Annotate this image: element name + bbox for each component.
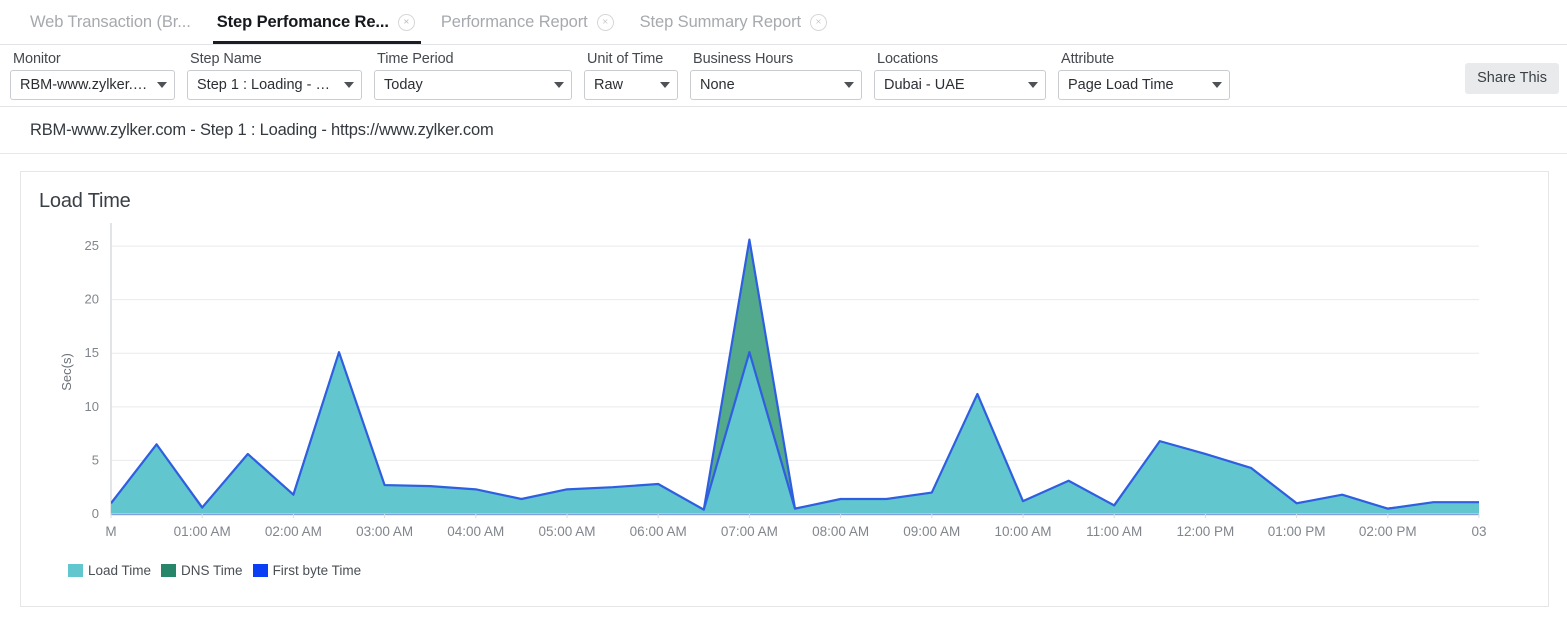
chevron-down-icon: [660, 82, 670, 88]
svg-text:01:00 AM: 01:00 AM: [174, 524, 231, 539]
step-name-select[interactable]: Step 1 : Loading - ht...: [187, 70, 362, 100]
unit-of-time-select-value: Raw: [594, 77, 623, 93]
chevron-down-icon: [1212, 82, 1222, 88]
business-hours-select[interactable]: None: [690, 70, 862, 100]
attribute-select[interactable]: Page Load Time: [1058, 70, 1230, 100]
load-time-chart-card: Load Time 0 5 10 15 20 25 Sec(s) M 01:00 AM 02:00…: [20, 171, 1549, 607]
report-subtitle: RBM-www.zylker.com - Step 1 : Loading - …: [30, 121, 1543, 140]
chevron-down-icon: [844, 82, 854, 88]
svg-text:20: 20: [85, 292, 99, 307]
monitor-select-value: RBM-www.zylker.c...: [20, 77, 151, 93]
chevron-down-icon: [554, 82, 564, 88]
legend-swatch-dns-time: [161, 564, 176, 577]
tab-label: Web Transaction (Br...: [30, 13, 191, 32]
filter-unit-of-time: Unit of Time Raw: [584, 51, 678, 100]
filter-locations: Locations Dubai - UAE: [874, 51, 1046, 100]
tab-web-transaction[interactable]: Web Transaction (Br...: [18, 0, 205, 44]
svg-text:5: 5: [92, 452, 99, 467]
legend-item-load-time[interactable]: Load Time: [68, 563, 151, 578]
chevron-down-icon: [1028, 82, 1038, 88]
svg-text:09:00 AM: 09:00 AM: [903, 524, 960, 539]
locations-select[interactable]: Dubai - UAE: [874, 70, 1046, 100]
monitor-select[interactable]: RBM-www.zylker.c...: [10, 70, 175, 100]
svg-text:05:00 AM: 05:00 AM: [538, 524, 595, 539]
svg-text:04:00 AM: 04:00 AM: [447, 524, 504, 539]
svg-text:M: M: [105, 524, 116, 539]
svg-text:01:00 PM: 01:00 PM: [1268, 524, 1326, 539]
tab-bar: Web Transaction (Br... Step Perfomance R…: [0, 0, 1567, 45]
close-icon[interactable]: ×: [810, 14, 827, 31]
close-icon[interactable]: ×: [597, 14, 614, 31]
svg-text:02:00 PM: 02:00 PM: [1359, 524, 1417, 539]
filter-time-period: Time Period Today: [374, 51, 572, 100]
tab-label: Performance Report: [441, 13, 588, 32]
unit-of-time-select[interactable]: Raw: [584, 70, 678, 100]
chevron-down-icon: [157, 82, 167, 88]
svg-text:07:00 AM: 07:00 AM: [721, 524, 778, 539]
filter-bar: Monitor RBM-www.zylker.c... Step Name St…: [0, 45, 1567, 107]
svg-text:15: 15: [85, 345, 99, 360]
step-name-select-value: Step 1 : Loading - ht...: [197, 77, 338, 93]
filter-attribute: Attribute Page Load Time: [1058, 51, 1230, 100]
svg-text:03:00 AM: 03:00 AM: [356, 524, 413, 539]
svg-text:0: 0: [92, 506, 99, 521]
svg-text:03: 03: [1471, 524, 1486, 539]
svg-text:25: 25: [85, 238, 99, 253]
filter-label-unit-of-time: Unit of Time: [584, 51, 678, 67]
legend-label: DNS Time: [181, 563, 243, 578]
time-period-select-value: Today: [384, 77, 423, 93]
filter-label-business-hours: Business Hours: [690, 51, 862, 67]
share-this-button[interactable]: Share This: [1465, 63, 1559, 94]
legend-label: Load Time: [88, 563, 151, 578]
legend-swatch-first-byte-time: [253, 564, 268, 577]
filter-label-attribute: Attribute: [1058, 51, 1230, 67]
svg-text:12:00 PM: 12:00 PM: [1177, 524, 1235, 539]
svg-text:08:00 AM: 08:00 AM: [812, 524, 869, 539]
filter-label-step-name: Step Name: [187, 51, 362, 67]
svg-text:02:00 AM: 02:00 AM: [265, 524, 322, 539]
filter-label-monitor: Monitor: [10, 51, 175, 67]
legend-label: First byte Time: [273, 563, 362, 578]
chart-plot-area[interactable]: 0 5 10 15 20 25 Sec(s) M 01:00 AM 02:00 AM 03:00 A…: [21, 218, 1548, 558]
svg-text:Sec(s): Sec(s): [59, 353, 74, 391]
filter-business-hours: Business Hours None: [690, 51, 862, 100]
tab-step-performance-report[interactable]: Step Perfomance Re... ×: [205, 0, 429, 44]
tab-label: Step Summary Report: [640, 13, 801, 32]
chart-legend: Load Time DNS Time First byte Time: [68, 563, 365, 578]
legend-item-first-byte-time[interactable]: First byte Time: [253, 563, 362, 578]
time-period-select[interactable]: Today: [374, 70, 572, 100]
svg-text:10: 10: [85, 399, 99, 414]
tab-performance-report[interactable]: Performance Report ×: [429, 0, 628, 44]
close-icon[interactable]: ×: [398, 14, 415, 31]
svg-text:11:00 AM: 11:00 AM: [1086, 524, 1142, 539]
attribute-select-value: Page Load Time: [1068, 77, 1174, 93]
svg-text:10:00 AM: 10:00 AM: [994, 524, 1051, 539]
chevron-down-icon: [344, 82, 354, 88]
legend-swatch-load-time: [68, 564, 83, 577]
filter-label-locations: Locations: [874, 51, 1046, 67]
locations-select-value: Dubai - UAE: [884, 77, 965, 93]
business-hours-select-value: None: [700, 77, 735, 93]
legend-item-dns-time[interactable]: DNS Time: [161, 563, 243, 578]
chart-title: Load Time: [21, 172, 1548, 213]
filter-label-time-period: Time Period: [374, 51, 572, 67]
tab-label: Step Perfomance Re...: [217, 13, 389, 32]
tab-step-summary-report[interactable]: Step Summary Report ×: [628, 0, 841, 44]
filter-step-name: Step Name Step 1 : Loading - ht...: [187, 51, 362, 100]
svg-text:06:00 AM: 06:00 AM: [630, 524, 687, 539]
report-subtitle-bar: RBM-www.zylker.com - Step 1 : Loading - …: [0, 107, 1567, 154]
load-time-area-chart[interactable]: 0 5 10 15 20 25 Sec(s) M 01:00 AM 02:00 AM 03:00 A…: [21, 218, 1548, 558]
filter-monitor: Monitor RBM-www.zylker.c...: [10, 51, 175, 100]
